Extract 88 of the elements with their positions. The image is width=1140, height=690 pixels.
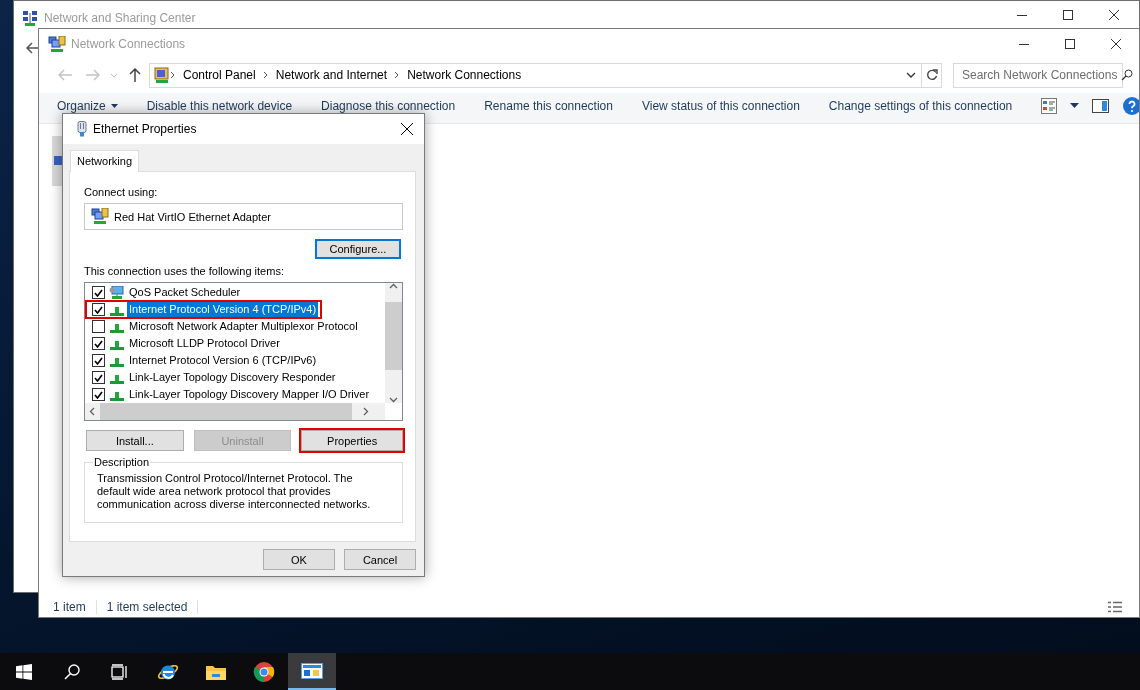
close-icon <box>401 123 413 135</box>
item-label: Internet Protocol Version 4 (TCP/IPv4) <box>127 302 319 317</box>
up-arrow-icon[interactable] <box>129 68 141 82</box>
protocol-list-item[interactable]: Internet Protocol Version 4 (TCP/IPv4) <box>86 301 322 318</box>
description-text: Transmission Control Protocol/Internet Protocol. The default wide area network protocol that provides communication across diverse interconnected networks. <box>97 472 372 511</box>
search-field[interactable]: Search Network Connections <box>953 62 1123 88</box>
protocol-list-item[interactable]: Microsoft Network Adapter Multiplexor Protocol <box>86 318 363 335</box>
network-icon <box>22 10 38 26</box>
protocol-list-item[interactable]: Link-Layer Topology Discovery Responder <box>86 369 341 386</box>
round-browser-icon <box>253 660 275 683</box>
protocol-list-item[interactable]: QoS Packet Scheduler <box>86 284 246 301</box>
scroll-down-icon[interactable] <box>389 397 398 403</box>
horizontal-scrollbar[interactable] <box>85 403 385 420</box>
breadcrumb-link[interactable]: Control Panel <box>183 68 256 82</box>
tab[interactable]: Networking <box>70 150 140 172</box>
checkbox[interactable] <box>92 388 105 401</box>
network-connections-icon <box>48 35 66 53</box>
field-label: This connection uses the following items: <box>84 264 285 278</box>
configure-button[interactable]: Configure... <box>315 239 401 259</box>
item-label: Internet Protocol Version 6 (TCP/IPv6) <box>128 353 318 368</box>
breadcrumb-chevron-icon <box>170 71 176 79</box>
protocol-list-item[interactable]: Internet Protocol Version 6 (TCP/IPv6) <box>86 352 322 369</box>
maximize-icon <box>1065 39 1075 49</box>
window-title: Network and Sharing Center <box>44 11 196 25</box>
search-icon[interactable] <box>1121 69 1133 81</box>
dialog-button[interactable]: Properties <box>301 430 403 451</box>
items-list[interactable] <box>84 282 403 421</box>
close-icon <box>1111 39 1121 49</box>
control-panel-icon <box>154 67 170 83</box>
item-label: Microsoft LLDP Protocol Driver <box>128 336 281 351</box>
item-label: QoS Packet Scheduler <box>128 285 242 300</box>
breadcrumb-link[interactable]: Network Connections <box>407 68 522 82</box>
help-icon[interactable] <box>1122 95 1139 116</box>
preview-pane-icon[interactable] <box>1092 98 1110 113</box>
protocol-list-item[interactable]: Microsoft LLDP Protocol Driver <box>86 335 285 352</box>
view-options-icon[interactable] <box>1041 97 1058 114</box>
adapter-icon <box>91 208 109 225</box>
scroll-right-icon[interactable] <box>363 407 369 416</box>
dialog-button[interactable]: Install... <box>86 430 184 451</box>
protocol-list-item[interactable]: Link-Layer Topology Discovery Mapper I/O Driver <box>86 386 375 403</box>
dialog-button[interactable]: OK <box>263 549 335 570</box>
breadcrumb-link[interactable]: Network and Internet <box>275 68 388 82</box>
field-label: Connect using: <box>84 185 159 199</box>
item-label: Link-Layer Topology Discovery Mapper I/O Driver <box>128 387 371 402</box>
toolbar-action[interactable]: Disable this network device <box>146 98 293 113</box>
task-view-icon <box>111 663 129 680</box>
group-title: Description <box>93 456 151 468</box>
toolbar-action[interactable]: View status of this connection <box>641 98 800 113</box>
refresh-icon <box>925 69 938 81</box>
back-arrow-icon[interactable] <box>26 42 40 54</box>
toolbar-action[interactable]: Change settings of this connection <box>828 98 1013 113</box>
scroll-left-icon[interactable] <box>89 407 95 416</box>
dialog-button[interactable]: Cancel <box>344 549 416 570</box>
ethernet-plug-icon <box>77 121 87 137</box>
scroll-up-icon[interactable] <box>389 283 398 289</box>
checkbox[interactable] <box>92 320 105 333</box>
checkbox[interactable] <box>92 337 105 350</box>
refresh-button[interactable] <box>922 62 942 88</box>
network-window-icon[interactable] <box>301 662 323 679</box>
breadcrumb-chevron-icon <box>394 71 401 79</box>
status-text: 1 item selected <box>106 600 199 614</box>
item-label: Microsoft Network Adapter Multiplexor Protocol <box>128 319 359 334</box>
adapter-name: Red Hat VirtIO Ethernet Adapter <box>114 210 271 223</box>
taskbar-button[interactable] <box>288 653 336 690</box>
maximize-icon <box>1063 9 1073 20</box>
checkbox[interactable] <box>92 354 105 367</box>
service-icon <box>109 285 125 300</box>
checkbox[interactable] <box>92 371 105 384</box>
caret-icon[interactable] <box>1070 103 1080 108</box>
dropdown-chevron-icon[interactable] <box>906 72 916 78</box>
breadcrumb-chevron-icon <box>262 71 269 79</box>
caret-icon <box>110 103 118 108</box>
item-label: Link-Layer Topology Discovery Responder <box>128 370 337 385</box>
toolbar-action[interactable]: Rename this connection <box>484 98 613 113</box>
status-text: 1 item <box>53 600 97 614</box>
dialog-title: Ethernet Properties <box>93 122 197 136</box>
search-icon <box>64 663 80 680</box>
checkbox[interactable] <box>92 286 105 299</box>
organize-menu[interactable]: Organize <box>57 98 118 113</box>
details-view-icon[interactable] <box>1108 601 1122 613</box>
address-bar[interactable]: Control Panel Network and Internet Network Connections <box>149 62 922 88</box>
toolbar-action[interactable]: Diagnose this connection <box>321 98 456 113</box>
checkbox[interactable] <box>92 303 105 316</box>
vertical-scrollbar[interactable] <box>385 283 402 403</box>
windows-logo-icon <box>16 663 32 680</box>
window-title: Network Connections <box>71 37 186 51</box>
selected-adapter-item[interactable] <box>52 136 63 186</box>
close-icon <box>1109 9 1119 20</box>
